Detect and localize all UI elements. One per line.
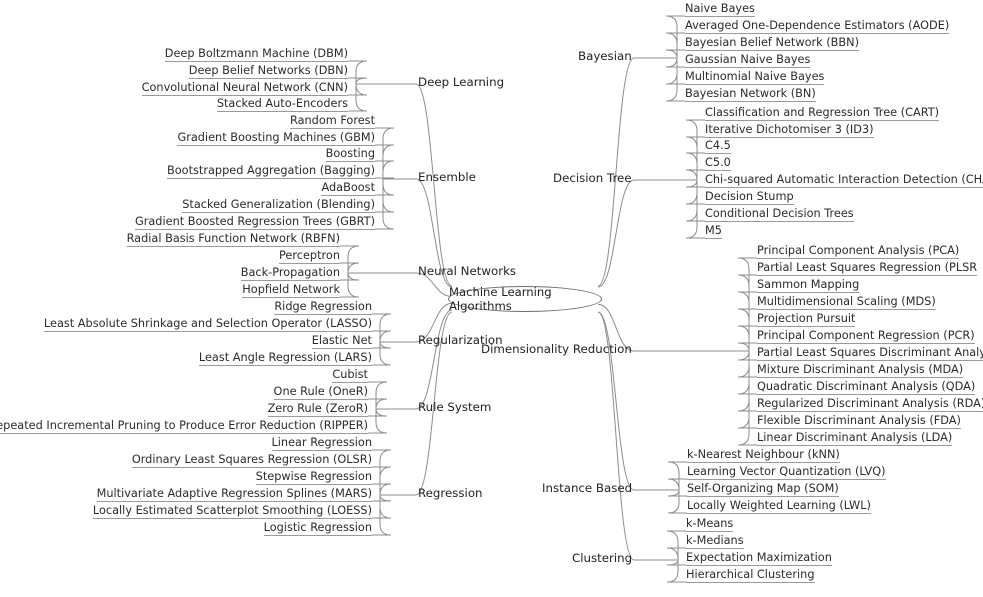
leaf-expectation-maximization[interactable]: Expectation Maximization <box>686 552 832 567</box>
leaf-principal-component-regression-pcr[interactable]: Principal Component Regression (PCR) <box>757 330 975 345</box>
mind-map-canvas: Machine Learning Algorithms Deep Learnin… <box>0 0 983 597</box>
leaf-regularized-discriminant-analysis-rda[interactable]: Regularized Discriminant Analysis (RDA) <box>757 398 983 413</box>
branch-label-clustering[interactable]: Clustering <box>572 552 632 565</box>
leaf-gradient-boosting-machines-gbm[interactable]: Gradient Boosting Machines (GBM) <box>177 132 375 147</box>
branch-label-regression[interactable]: Regression <box>418 487 483 500</box>
leaf-ridge-regression[interactable]: Ridge Regression <box>274 301 372 316</box>
leaf-conditional-decision-trees[interactable]: Conditional Decision Trees <box>705 208 854 223</box>
leaf-partial-least-squares-regression-plsr[interactable]: Partial Least Squares Regression (PLSR <box>757 262 978 277</box>
leaf-locally-weighted-learning-lwl[interactable]: Locally Weighted Learning (LWL) <box>687 500 871 515</box>
leaf-naive-bayes[interactable]: Naive Bayes <box>685 3 755 18</box>
branch-label-rule-system[interactable]: Rule System <box>418 401 491 414</box>
leaf-perceptron[interactable]: Perceptron <box>279 250 340 265</box>
leaf-hopfield-network[interactable]: Hopfield Network <box>242 284 340 299</box>
leaf-locally-estimated-scatterplot-smoothing-loess[interactable]: Locally Estimated Scatterplot Smoothing … <box>92 505 372 520</box>
leaf-back-propagation[interactable]: Back-Propagation <box>240 267 340 282</box>
leaf-elastic-net[interactable]: Elastic Net <box>311 335 372 350</box>
leaf-k-medians[interactable]: k-Medians <box>686 535 744 550</box>
leaf-decision-stump[interactable]: Decision Stump <box>705 191 794 206</box>
leaf-mixture-discriminant-analysis-mda[interactable]: Mixture Discriminant Analysis (MDA) <box>757 364 964 379</box>
leaf-stacked-generalization-blending[interactable]: Stacked Generalization (Blending) <box>182 199 375 214</box>
leaf-gaussian-naive-bayes[interactable]: Gaussian Naive Bayes <box>685 54 811 69</box>
leaf-flexible-discriminant-analysis-fda[interactable]: Flexible Discriminant Analysis (FDA) <box>757 415 961 430</box>
leaf-learning-vector-quantization-lvq[interactable]: Learning Vector Quantization (LVQ) <box>687 466 886 481</box>
leaf-sammon-mapping[interactable]: Sammon Mapping <box>757 279 860 294</box>
branch-label-neural-networks[interactable]: Neural Networks <box>418 265 516 278</box>
leaf-least-angle-regression-lars[interactable]: Least Angle Regression (LARS) <box>198 352 372 367</box>
branch-label-bayesian[interactable]: Bayesian <box>578 50 632 63</box>
leaf-m5[interactable]: M5 <box>705 225 722 240</box>
leaf-boosting[interactable]: Boosting <box>325 148 375 163</box>
branch-label-dimensionality-reduction[interactable]: Dimensionality Reduction <box>481 343 632 356</box>
root-node-machine-learning-algorithms[interactable]: Machine Learning Algorithms <box>448 285 602 313</box>
leaf-stepwise-regression[interactable]: Stepwise Regression <box>255 471 372 486</box>
leaf-multidimensional-scaling-mds[interactable]: Multidimensional Scaling (MDS) <box>757 296 936 311</box>
leaf-hierarchical-clustering[interactable]: Hierarchical Clustering <box>686 569 815 584</box>
branch-label-decision-tree[interactable]: Decision Tree <box>553 172 632 185</box>
root-label: Machine Learning Algorithms <box>449 285 552 313</box>
leaf-repeated-incremental-pruning-to-produce-error-re[interactable]: Repeated Incremental Pruning to Produce … <box>0 420 368 435</box>
leaf-one-rule-oner[interactable]: One Rule (OneR) <box>273 386 368 401</box>
leaf-k-nearest-neighbour-knn[interactable]: k-Nearest Neighbour (kNN) <box>687 449 840 464</box>
leaf-quadratic-discriminant-analysis-qda[interactable]: Quadratic Discriminant Analysis (QDA) <box>757 381 976 396</box>
leaf-projection-pursuit[interactable]: Projection Pursuit <box>757 313 856 328</box>
branch-label-instance-based[interactable]: Instance Based <box>542 482 632 495</box>
leaf-principal-component-analysis-pca[interactable]: Principal Component Analysis (PCA) <box>757 245 960 260</box>
branch-label-deep-learning[interactable]: Deep Learning <box>418 76 504 89</box>
leaf-radial-basis-function-network-rbfn[interactable]: Radial Basis Function Network (RBFN) <box>126 233 340 248</box>
leaf-averaged-one-dependence-estimators-aode[interactable]: Averaged One-Dependence Estimators (AODE… <box>685 20 950 35</box>
leaf-convolutional-neural-network-cnn[interactable]: Convolutional Neural Network (CNN) <box>141 82 348 97</box>
leaf-bayesian-network-bn[interactable]: Bayesian Network (BN) <box>685 88 816 103</box>
leaf-multivariate-adaptive-regression-splines-mars[interactable]: Multivariate Adaptive Regression Splines… <box>96 488 372 503</box>
leaf-adaboost[interactable]: AdaBoost <box>321 182 375 197</box>
leaf-self-organizing-map-som[interactable]: Self-Organizing Map (SOM) <box>687 483 839 498</box>
leaf-multinomial-naive-bayes[interactable]: Multinomial Naive Bayes <box>685 71 825 86</box>
leaf-deep-boltzmann-machine-dbm[interactable]: Deep Boltzmann Machine (DBM) <box>164 48 348 63</box>
leaf-classification-and-regression-tree-cart[interactable]: Classification and Regression Tree (CART… <box>705 107 940 122</box>
leaf-iterative-dichotomiser-3-id3[interactable]: Iterative Dichotomiser 3 (ID3) <box>705 124 874 139</box>
leaf-linear-regression[interactable]: Linear Regression <box>271 437 372 452</box>
leaf-random-forest[interactable]: Random Forest <box>289 115 375 130</box>
leaf-k-means[interactable]: k-Means <box>686 518 734 533</box>
leaf-bayesian-belief-network-bbn[interactable]: Bayesian Belief Network (BBN) <box>685 37 860 52</box>
leaf-chi-squared-automatic-interaction-detection-chai[interactable]: Chi-squared Automatic Interaction Detect… <box>705 174 983 189</box>
leaf-linear-discriminant-analysis-lda[interactable]: Linear Discriminant Analysis (LDA) <box>757 432 953 447</box>
leaf-ordinary-least-squares-regression-olsr[interactable]: Ordinary Least Squares Regression (OLSR) <box>131 454 372 469</box>
branch-label-ensemble[interactable]: Ensemble <box>418 171 476 184</box>
leaf-cubist[interactable]: Cubist <box>332 369 368 384</box>
leaf-c4-5[interactable]: C4.5 <box>705 140 731 155</box>
leaf-c5-0[interactable]: C5.0 <box>705 157 731 172</box>
leaf-stacked-auto-encoders[interactable]: Stacked Auto-Encoders <box>216 98 348 113</box>
leaf-bootstrapped-aggregation-bagging[interactable]: Bootstrapped Aggregation (Bagging) <box>167 165 375 180</box>
leaf-gradient-boosted-regression-trees-gbrt[interactable]: Gradient Boosted Regression Trees (GBRT) <box>134 216 375 231</box>
leaf-partial-least-squares-discriminant-analysis[interactable]: Partial Least Squares Discriminant Analy… <box>757 347 983 362</box>
leaf-logistic-regression[interactable]: Logistic Regression <box>263 522 372 537</box>
leaf-least-absolute-shrinkage-and-selection-operator-[interactable]: Least Absolute Shrinkage and Selection O… <box>43 318 372 333</box>
leaf-zero-rule-zeror[interactable]: Zero Rule (ZeroR) <box>267 403 368 418</box>
leaf-deep-belief-networks-dbn[interactable]: Deep Belief Networks (DBN) <box>188 65 348 80</box>
